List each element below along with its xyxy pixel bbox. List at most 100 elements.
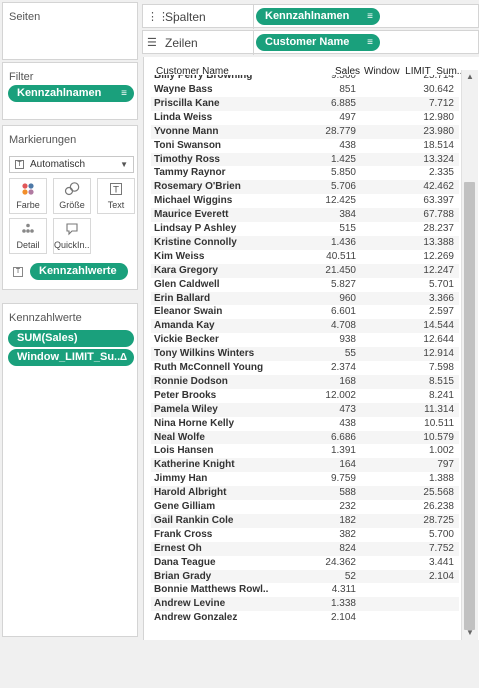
scroll-up-icon[interactable]: ▲ — [462, 70, 478, 84]
table-row[interactable]: Andrew Levine 1.338 — [151, 597, 459, 612]
table-row[interactable]: Wayne Bass 851 30.642 — [151, 83, 459, 97]
table-row[interactable]: Peter Brooks 12.002 8.241 — [151, 388, 459, 403]
table-row[interactable]: Harold Albright 588 25.568 — [151, 486, 459, 500]
table-row[interactable]: Lindsay P Ashley 515 28.237 — [151, 222, 459, 236]
columns-pill[interactable]: Kennzahlnamen ≡ — [256, 8, 380, 25]
table-row[interactable]: Jimmy Han 9.759 1.388 — [151, 472, 459, 487]
table-row[interactable]: Ronnie Dodson 168 8.515 — [151, 374, 459, 389]
measure-pill-window-limit[interactable]: Window_LIMIT_Su.. Δ — [8, 349, 134, 366]
table-row[interactable]: Vickie Becker 938 12.644 — [151, 333, 459, 348]
table-row[interactable]: Kim Weiss 40.511 12.269 — [151, 249, 459, 264]
columns-shelf-label: Spalten — [165, 10, 206, 24]
customer-name: Maurice Everett — [154, 209, 229, 221]
table-row[interactable]: Kara Gregory 21.450 12.247 — [151, 263, 459, 278]
size-button[interactable]: Größe — [53, 178, 91, 214]
table-row[interactable]: Amanda Kay 4.708 14.544 — [151, 319, 459, 334]
window-limit-value: 5.700 — [428, 528, 454, 540]
table-row[interactable]: Gene Gilliam 232 26.238 — [151, 500, 459, 514]
pages-card[interactable]: Seiten — [2, 2, 138, 60]
table-row[interactable]: Nina Horne Kelly 438 10.511 — [151, 416, 459, 431]
window-limit-value: 25.568 — [423, 487, 454, 499]
sales-value: 1.338 — [330, 598, 356, 610]
table-row[interactable]: Kristine Connolly 1.436 13.388 — [151, 235, 459, 250]
scrollbar-thumb[interactable] — [464, 182, 475, 630]
window-limit-value: 12.914 — [423, 348, 454, 360]
sales-value: 52 — [344, 570, 356, 582]
mark-type-value: Automatisch — [30, 159, 86, 170]
filters-title: Filter — [9, 71, 34, 83]
table-row[interactable]: Rosemary O'Brien 5.706 42.462 — [151, 180, 459, 195]
color-button[interactable]: Farbe — [9, 178, 47, 214]
customer-name: Pamela Wiley — [154, 403, 218, 415]
vertical-scrollbar[interactable]: ▲ ▼ — [461, 70, 478, 640]
table-row[interactable]: Dana Teague 24.362 3.441 — [151, 555, 459, 570]
table-row[interactable]: Lois Hansen 1.391 1.002 — [151, 444, 459, 459]
sales-value: 6.686 — [330, 431, 356, 443]
table-row[interactable]: Pamela Wiley 473 11.314 — [151, 402, 459, 417]
table-row[interactable]: Glen Caldwell 5.827 5.701 — [151, 277, 459, 292]
sales-value: 182 — [339, 514, 356, 526]
customer-name: Michael Wiggins — [154, 195, 233, 207]
text-icon: T — [98, 182, 134, 200]
detail-dots-icon — [10, 222, 46, 240]
sales-value: 164 — [339, 459, 356, 471]
table-row[interactable]: Brian Grady 52 2.104 — [151, 569, 459, 584]
customer-name: Amanda Kay — [154, 320, 215, 332]
rows-pill[interactable]: Customer Name ≡ — [256, 34, 380, 51]
table-row[interactable]: Erin Ballard 960 3.366 — [151, 291, 459, 306]
sales-value: 9.759 — [330, 473, 356, 485]
table-row[interactable]: Michael Wiggins 12.425 63.397 — [151, 194, 459, 209]
customer-name: Andrew Gonzalez — [154, 612, 238, 624]
table-row[interactable]: Ernest Oh 824 7.752 — [151, 541, 459, 556]
table-row[interactable]: Gail Rankin Cole 182 28.725 — [151, 513, 459, 528]
table-row[interactable]: Eleanor Swain 6.601 2.597 — [151, 305, 459, 320]
chevron-down-icon: ▼ — [120, 160, 128, 169]
table-row[interactable]: Linda Weiss 497 12.980 — [151, 110, 459, 125]
sales-value: 28.779 — [325, 125, 356, 137]
window-limit-value: 12.269 — [423, 250, 454, 262]
rows-shelf[interactable]: ☰ Zeilen Customer Name ≡ — [142, 30, 479, 55]
customer-name: Tony Wilkins Winters — [154, 348, 255, 360]
window-limit-value: 12.644 — [423, 334, 454, 346]
table-row[interactable]: Tammy Raynor 5.850 2.335 — [151, 166, 459, 181]
table-row[interactable]: Katherine Knight 164 797 — [151, 458, 459, 473]
table-row[interactable]: Bonnie Matthews Rowl.. 4.311 — [151, 583, 459, 598]
table-row[interactable]: Priscilla Kane 6.885 7.712 — [151, 96, 459, 111]
table-row[interactable]: Andrew Gonzalez 2.104 — [151, 611, 459, 626]
list-icon: ≡ — [367, 37, 373, 48]
filter-pill-measure-names[interactable]: Kennzahlnamen ≡ — [8, 85, 134, 102]
sales-value: 55 — [344, 348, 356, 360]
detail-button-label: Detail — [16, 240, 40, 250]
customer-name: Eleanor Swain — [154, 306, 223, 318]
table-row[interactable]: Tony Wilkins Winters 55 12.914 — [151, 347, 459, 361]
columns-pill-label: Kennzahlnamen — [265, 10, 350, 22]
table-row[interactable]: Billy Perry Browning 9.560 25.714 — [151, 75, 459, 83]
crosstab-view[interactable]: Customer Name Sales Window_LIMIT_Sum... … — [143, 57, 479, 640]
text-button[interactable]: T Text — [97, 178, 135, 214]
table-row[interactable]: Yvonne Mann 28.779 23.980 — [151, 124, 459, 139]
window-limit-value: 28.237 — [423, 223, 454, 234]
window-limit-value: 2.104 — [428, 570, 454, 582]
table-row[interactable]: Maurice Everett 384 67.788 — [151, 208, 459, 222]
measure-pill-sum-sales[interactable]: SUM(Sales) — [8, 330, 134, 347]
table-row[interactable]: Neal Wolfe 6.686 10.579 — [151, 430, 459, 445]
table-row[interactable]: Timothy Ross 1.425 13.324 — [151, 152, 459, 167]
scroll-down-icon[interactable]: ▼ — [462, 626, 478, 640]
table-row[interactable]: Ruth McConnell Young 2.374 7.598 — [151, 361, 459, 375]
marks-title: Markierungen — [9, 134, 77, 146]
mark-type-dropdown[interactable]: T Automatisch ▼ — [9, 156, 134, 173]
tooltip-button[interactable]: QuickIn... — [53, 218, 91, 254]
filters-card[interactable]: Filter Kennzahlnamen ≡ — [2, 62, 138, 120]
color-button-label: Farbe — [16, 200, 40, 210]
detail-button[interactable]: Detail — [9, 218, 47, 254]
window-limit-value: 18.514 — [423, 139, 454, 151]
tooltip-button-label: QuickIn... — [54, 240, 90, 250]
window-limit-value: 12.247 — [423, 264, 454, 276]
sales-value: 438 — [339, 139, 356, 151]
sales-value: 851 — [339, 84, 356, 95]
marks-text-pill[interactable]: Kennzahlwerte — [30, 263, 128, 280]
columns-shelf[interactable]: ⋮⋮⋮ Spalten Kennzahlnamen ≡ — [142, 4, 479, 29]
table-row[interactable]: Frank Cross 382 5.700 — [151, 527, 459, 542]
table-row[interactable]: Toni Swanson 438 18.514 — [151, 138, 459, 153]
sales-value: 438 — [339, 417, 356, 429]
